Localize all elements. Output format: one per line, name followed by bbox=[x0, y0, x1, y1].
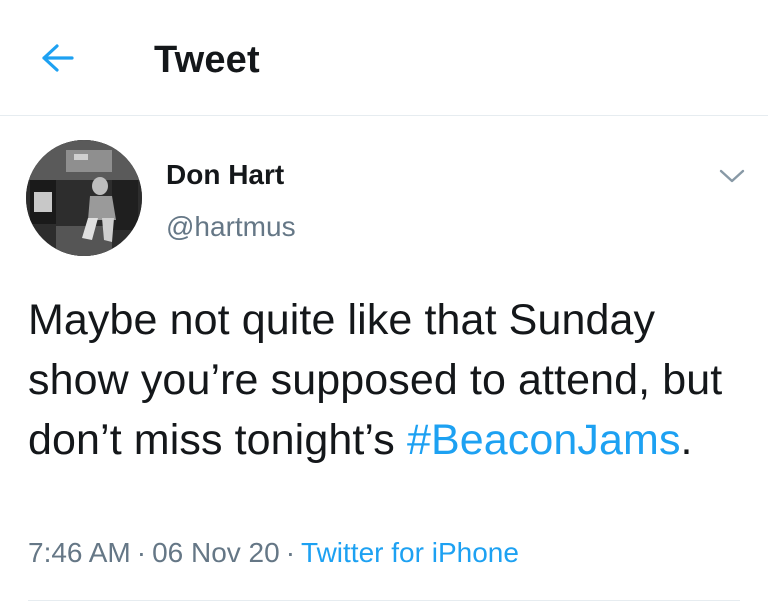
tweet-time: 7:46 AM bbox=[28, 537, 131, 568]
tweet-date: 06 Nov 20 bbox=[152, 537, 280, 568]
author-handle[interactable]: @hartmus bbox=[166, 210, 296, 244]
divider bbox=[28, 600, 740, 601]
separator-dot: · bbox=[285, 537, 296, 568]
top-bar: Tweet bbox=[0, 0, 768, 116]
avatar[interactable] bbox=[26, 140, 142, 256]
chevron-down-icon bbox=[719, 169, 745, 183]
page-title: Tweet bbox=[154, 39, 260, 81]
back-button[interactable] bbox=[36, 36, 80, 80]
tweet-text: Maybe not quite like that Sunday show yo… bbox=[28, 290, 728, 470]
tweet-metadata: 7:46 AM · 06 Nov 20 · Twitter for iPhone bbox=[28, 536, 519, 570]
hashtag-link[interactable]: #BeaconJams bbox=[407, 416, 681, 464]
tweet-source-link[interactable]: Twitter for iPhone bbox=[301, 537, 519, 568]
profile-photo bbox=[26, 140, 142, 256]
author-name[interactable]: Don Hart bbox=[166, 158, 284, 192]
separator-dot: · bbox=[136, 537, 147, 568]
more-options-button[interactable] bbox=[712, 158, 752, 194]
tweet-text-end: . bbox=[680, 416, 693, 464]
arrow-left-icon bbox=[42, 44, 74, 72]
